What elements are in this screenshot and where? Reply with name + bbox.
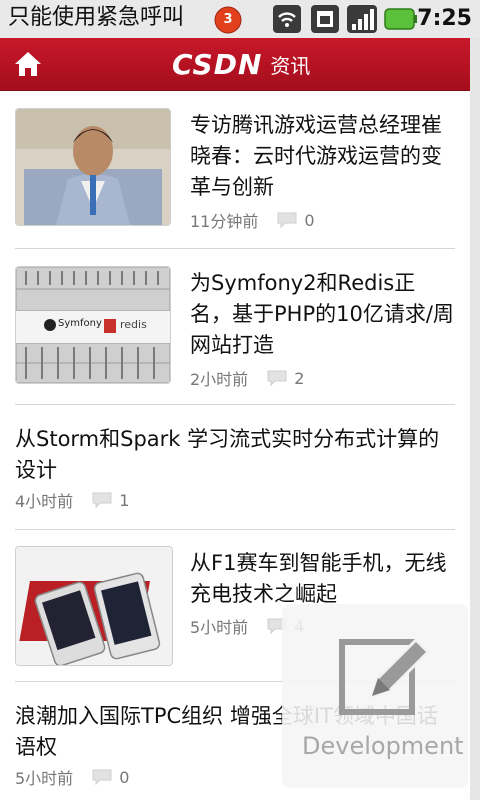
battery-icon xyxy=(384,7,418,35)
article-title[interactable]: 从F1赛车到智能手机，无线充电技术之崛起 xyxy=(190,548,455,610)
app-header: CSDN 资讯 xyxy=(0,38,470,91)
article-thumbnail xyxy=(15,108,171,226)
article-item[interactable]: 从Storm和Spark 学习流式实时分布式计算的设计 4小时前 1 xyxy=(15,422,455,530)
signal-strength-icon xyxy=(346,4,378,38)
article-time: 4小时前 xyxy=(15,492,74,511)
article-meta: 4小时前 1 xyxy=(15,488,129,512)
article-time: 5小时前 xyxy=(15,769,74,788)
comment-count: 2 xyxy=(294,368,305,388)
development-overlay[interactable]: Development xyxy=(282,604,468,788)
home-button[interactable] xyxy=(10,46,46,82)
article-time: 11分钟前 xyxy=(190,212,259,231)
article-item[interactable]: Symfony redis 为Symfony2和Redis正名，基于PHP的10… xyxy=(15,266,455,405)
article-time: 5小时前 xyxy=(190,618,249,637)
comment-count: 0 xyxy=(304,210,315,230)
home-icon xyxy=(15,52,41,76)
comment-icon xyxy=(92,769,112,786)
article-title[interactable]: 为Symfony2和Redis正名，基于PHP的10亿请求/周网站打造 xyxy=(190,268,455,361)
clock: 7:25 xyxy=(417,6,472,31)
person-portrait-image xyxy=(16,109,170,225)
comment-icon xyxy=(267,370,287,387)
article-thumbnail xyxy=(15,546,173,666)
brand: CSDN 资讯 xyxy=(172,46,310,82)
wifi-icon xyxy=(272,4,302,38)
comment-icon xyxy=(92,492,112,509)
wireless-charging-phones-image xyxy=(16,547,172,665)
article-time: 2小时前 xyxy=(190,370,249,389)
article-meta: 11分钟前 0 xyxy=(190,208,315,232)
comment-count: 1 xyxy=(119,490,130,510)
notification-count: 3 xyxy=(223,12,233,27)
comment-icon xyxy=(277,212,297,229)
development-label: Development xyxy=(302,732,464,760)
article-title[interactable]: 从Storm和Spark 学习流式实时分布式计算的设计 xyxy=(15,424,455,486)
comment-count: 0 xyxy=(119,767,130,787)
article-meta: 5小时前 0 xyxy=(15,765,129,789)
redis-thumb-label: redis xyxy=(120,318,147,331)
article-thumbnail: Symfony redis xyxy=(15,266,171,384)
section-title: 资讯 xyxy=(270,53,311,78)
status-bar: 只能使用紧急呼叫 3 7:25 xyxy=(0,0,480,39)
status-ticker: 只能使用紧急呼叫 xyxy=(8,5,185,30)
symfony-thumb-label: Symfony xyxy=(58,318,102,329)
article-title[interactable]: 专访腾讯游戏运营总经理崔晓春：云时代游戏运营的变革与创新 xyxy=(190,110,455,203)
article-item[interactable]: 专访腾讯游戏运营总经理崔晓春：云时代游戏运营的变革与创新 11分钟前 0 xyxy=(15,108,455,249)
scroll-track xyxy=(470,38,480,800)
edit-pencil-icon xyxy=(339,637,431,715)
article-meta: 2小时前 2 xyxy=(190,366,304,390)
sim-card-icon xyxy=(310,4,340,38)
csdn-logo: CSDN xyxy=(172,47,263,81)
notification-badge-icon[interactable]: 3 xyxy=(214,6,242,34)
